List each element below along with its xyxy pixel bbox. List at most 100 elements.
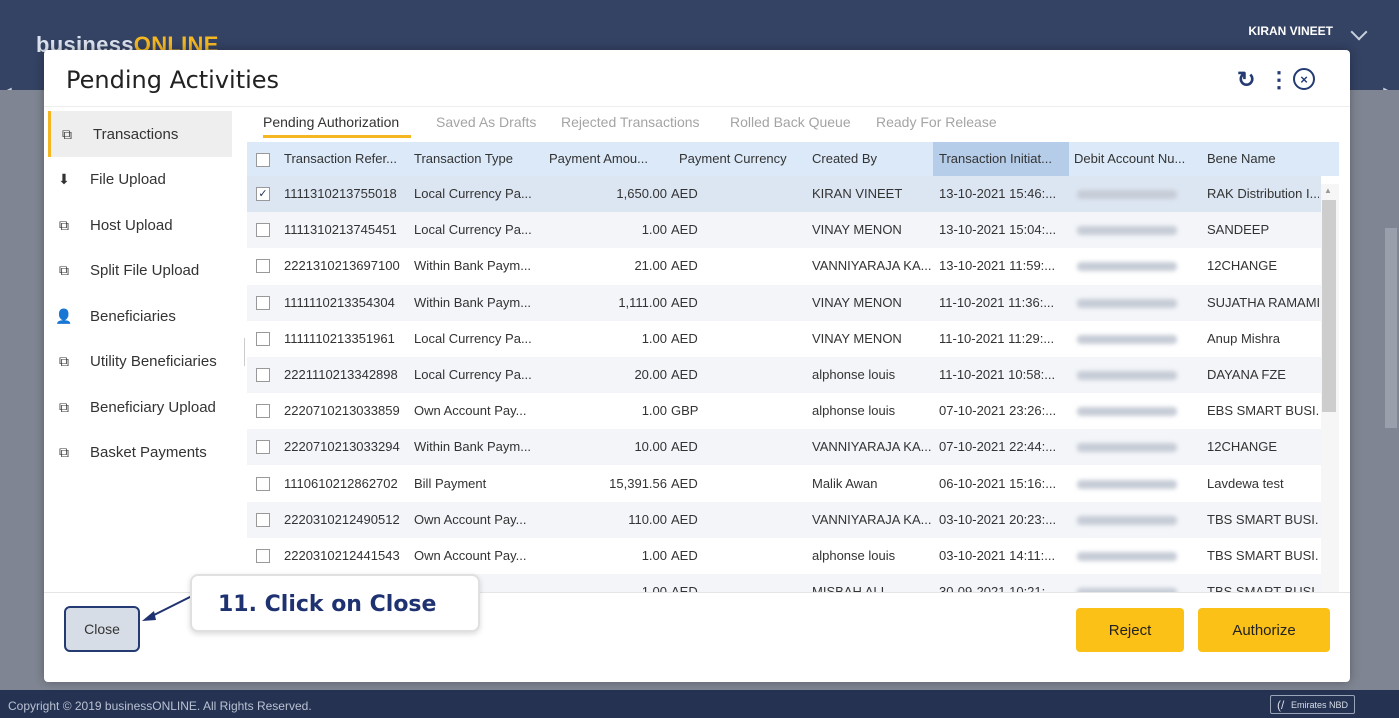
payment-amount: 1.00 — [641, 403, 667, 419]
transaction-reference: 1111110213354304 — [284, 294, 395, 310]
row-checkbox[interactable] — [256, 404, 270, 419]
table-header: Transaction Refer... Transaction Type Paym… — [247, 142, 1339, 176]
table-row[interactable]: 2221110213342898 Local Currency Pa... 20.0… — [247, 357, 1321, 393]
table-row[interactable]: 2220710213033294 Within Bank Paym... 10.00… — [247, 429, 1321, 466]
copyright-text: Copyright © 2019 businessONLINE. All Rig… — [8, 699, 312, 713]
table-row[interactable]: 1111110213354304 Within Bank Paym... 1,111… — [247, 284, 1321, 321]
app-scrollbar[interactable] — [1385, 228, 1397, 428]
redacted-debit-account — [1077, 552, 1177, 561]
column-header[interactable]: Transaction Initiat... — [933, 142, 1069, 176]
row-checkbox[interactable] — [256, 259, 270, 274]
initiated-date: 03-10-2021 14:11:... — [939, 548, 1056, 563]
row-checkbox[interactable] — [256, 368, 270, 382]
emirates-nbd-logo: (/Emirates NBD — [1270, 695, 1355, 714]
callout-text: 11. Click on Close — [218, 592, 437, 617]
sidebar-item-transactions[interactable]: ⧉ Transactions — [48, 111, 232, 157]
column-header[interactable]: Transaction Refer... — [284, 142, 412, 176]
column-header[interactable]: Debit Account Nu... — [1074, 142, 1204, 176]
sidebar-item-host-upload[interactable]: ⧉ Host Upload — [48, 202, 232, 248]
select-all-checkbox[interactable] — [256, 153, 270, 167]
tab-pending-authorization[interactable]: Pending Authorization — [263, 114, 399, 130]
table-row[interactable]: 2220310212490512 Own Account Pay... 110.00… — [247, 501, 1321, 538]
initiated-date: 06-10-2021 15:16:... — [939, 475, 1057, 491]
redacted-debit-account — [1077, 226, 1177, 236]
sidebar-item-label: Host Upload — [90, 216, 173, 234]
close-icon[interactable]: × — [1293, 68, 1315, 90]
transaction-reference: 1110610212862702 — [284, 475, 398, 491]
row-checkbox[interactable] — [256, 223, 270, 238]
bene-name: SANDEEP — [1207, 222, 1270, 238]
transaction-type: Local Currency Pa... — [414, 367, 532, 382]
payment-amount: 1.00 — [641, 222, 667, 238]
sidebar-item-beneficiaries[interactable]: 👤 Beneficiaries — [48, 293, 232, 339]
tab-rejected-transactions[interactable]: Rejected Transactions — [561, 114, 700, 130]
payment-currency: AED — [671, 511, 698, 527]
row-checkbox[interactable] — [256, 512, 270, 527]
transaction-reference: 2221310213697100 — [284, 258, 400, 274]
bene-name: TBS SMART BUSI... — [1207, 511, 1319, 527]
redacted-debit-account — [1077, 479, 1177, 489]
sidebar-item-label: Beneficiary Upload — [90, 398, 216, 416]
transaction-type: Local Currency Pa... — [414, 222, 532, 238]
column-header[interactable]: Payment Currency — [679, 142, 809, 176]
sidebar-item-split-file-upload[interactable]: ⧉ Split File Upload — [48, 248, 232, 294]
redacted-debit-account — [1077, 443, 1177, 453]
payment-currency: AED — [671, 367, 698, 382]
payment-amount: 21.00 — [634, 258, 667, 274]
table-scrollbar[interactable]: ▲ — [1321, 184, 1339, 592]
refresh-icon[interactable]: ↻ — [1237, 67, 1255, 93]
payment-amount: 20.00 — [634, 367, 667, 382]
initiated-date: 03-10-2021 20:23:... — [939, 511, 1057, 527]
row-checkbox[interactable] — [256, 440, 270, 455]
bene-name: TBS SMART BUSI... — [1207, 548, 1319, 563]
authorize-button[interactable]: Authorize — [1198, 608, 1330, 652]
table-row[interactable]: 2221310213697100 Within Bank Paym... 21.00… — [247, 248, 1321, 284]
reject-button[interactable]: Reject — [1076, 608, 1184, 652]
transaction-type: Own Account Pay... — [414, 511, 527, 527]
sidebar-item-label: Basket Payments — [90, 444, 207, 461]
redacted-debit-account — [1077, 190, 1177, 199]
payment-amount: 1.00 — [641, 584, 667, 592]
tab-saved-as-drafts[interactable]: Saved As Drafts — [436, 114, 536, 130]
payment-currency: AED — [671, 258, 698, 274]
sidebar-item-basket-payments[interactable]: ⧉ Basket Payments — [48, 430, 232, 476]
user-name[interactable]: KIRAN VINEET — [1248, 24, 1333, 38]
tab-ready-for-release[interactable]: Ready For Release — [876, 114, 997, 130]
table-row[interactable]: ✓ 1111310213755018 Local Currency Pa... 1,6… — [247, 176, 1321, 212]
row-checkbox[interactable]: ✓ — [256, 187, 270, 201]
tab-rolled-back-queue[interactable]: Rolled Back Queue — [730, 114, 851, 130]
column-header[interactable]: Created By — [812, 142, 937, 176]
bene-name: Lavdewa test — [1207, 475, 1284, 491]
sidebar-item-beneficiary-upload[interactable]: ⧉ Beneficiary Upload — [48, 384, 232, 430]
row-checkbox[interactable] — [256, 295, 270, 310]
tutorial-callout: 11. Click on Close — [190, 574, 480, 632]
column-header[interactable]: Bene Name — [1207, 142, 1337, 176]
table-row[interactable]: 2220710213033859 Own Account Pay... 1.00 GB… — [247, 393, 1321, 429]
payment-amount: 110.00 — [628, 511, 667, 527]
sidebar-item-file-upload[interactable]: ⬇ File Upload — [48, 157, 232, 203]
row-checkbox[interactable] — [256, 549, 270, 563]
redacted-debit-account — [1077, 298, 1177, 308]
more-options-icon[interactable]: ⋮ — [1268, 67, 1290, 93]
scroll-thumb[interactable] — [1322, 200, 1336, 412]
scroll-up-icon[interactable]: ▲ — [1324, 186, 1332, 195]
row-checkbox[interactable] — [256, 331, 270, 346]
table-row[interactable]: 1111310213745451 Local Currency Pa... 1.00… — [247, 212, 1321, 249]
payment-amount: 10.00 — [634, 439, 667, 455]
transaction-type: Within Bank Paym... — [414, 439, 532, 455]
table-row[interactable]: 1110610212862702 Bill Payment 15,391.56 AED… — [247, 466, 1321, 502]
table-row[interactable]: 2220310212441543 Own Account Pay... 1.00 AE… — [247, 538, 1321, 574]
close-button[interactable]: Close — [64, 606, 140, 652]
created-by: alphonse louis — [812, 403, 896, 419]
transaction-type: Within Bank Paym... — [414, 294, 532, 310]
row-checkbox[interactable] — [256, 476, 270, 491]
column-header[interactable]: Payment Amou... — [549, 142, 674, 176]
sidebar-collapse-handle[interactable] — [239, 338, 245, 366]
copy-icon: ⧉ — [59, 216, 69, 233]
column-header[interactable]: Transaction Type — [414, 142, 544, 176]
table-row[interactable]: 1111110213351961 Local Currency Pa... 1.00… — [247, 321, 1321, 357]
sidebar-item-utility-beneficiaries[interactable]: ⧉ Utility Beneficiaries — [48, 339, 232, 385]
created-by: VANNIYARAJA KA... — [812, 258, 932, 274]
created-by: VINAY MENON — [812, 222, 902, 238]
copy-icon: ⧉ — [59, 398, 69, 415]
